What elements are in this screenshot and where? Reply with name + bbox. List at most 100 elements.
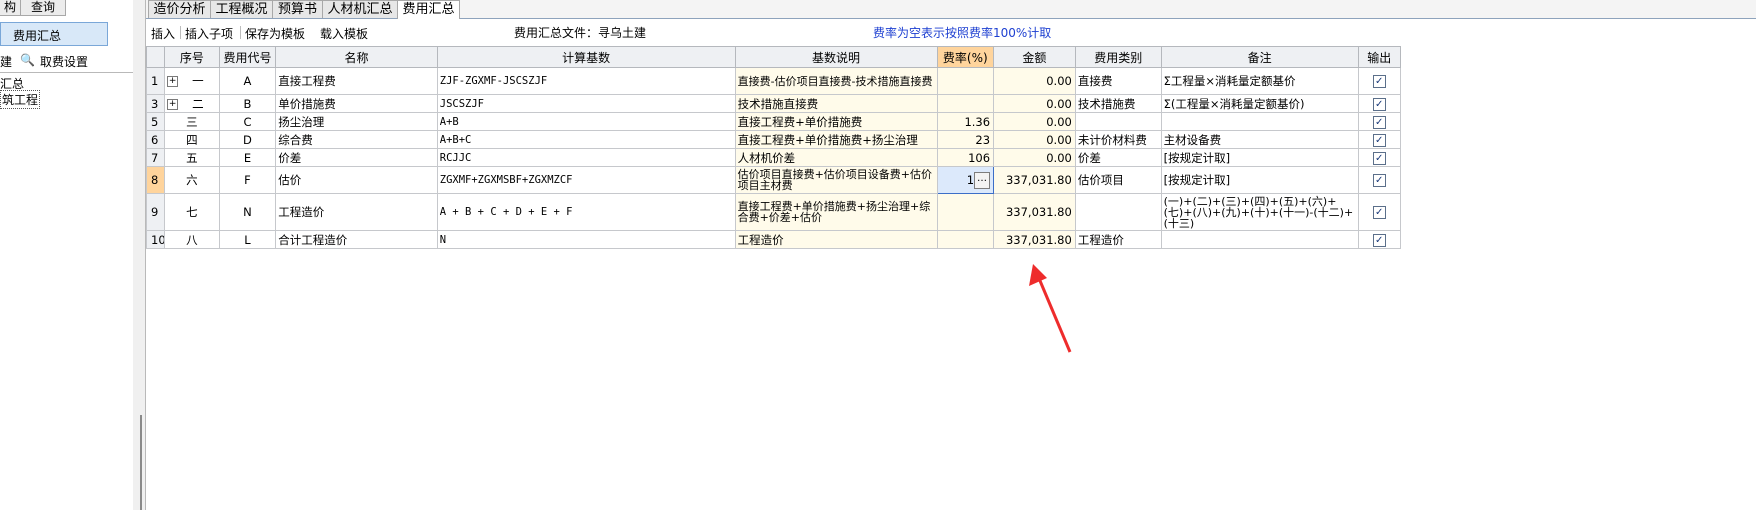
left-cancel-fee-button[interactable]: 取费设置 — [40, 53, 88, 70]
cell-name[interactable]: 扬尘治理 — [275, 112, 438, 131]
table-row[interactable]: 5 三 C 扬尘治理 A+B 直接工程费+单价措施费 1.36 0.00 ✓ — [145, 112, 1402, 131]
header-output[interactable]: 输出 — [1357, 46, 1402, 68]
load-template-button[interactable]: 载入模板 — [320, 25, 368, 42]
insert-button[interactable]: 插入 — [151, 25, 175, 42]
output-checkbox[interactable]: ✓ — [1372, 206, 1386, 219]
cell-code[interactable]: L — [218, 230, 277, 249]
header-category[interactable]: 费用类别 — [1074, 46, 1162, 68]
header-code[interactable]: 费用代号 — [218, 46, 277, 68]
cell-rate[interactable]: 106 — [936, 148, 995, 167]
cell-rate[interactable]: 1.36 — [936, 112, 995, 131]
cell-rate[interactable] — [936, 230, 995, 249]
cell-rate[interactable] — [936, 94, 995, 113]
cell-name[interactable]: 单价措施费 — [275, 94, 438, 113]
cell-name[interactable]: 综合费 — [275, 130, 438, 149]
cell-desc[interactable]: 技术措施直接费 — [734, 94, 938, 113]
cell-rate[interactable] — [936, 193, 995, 231]
cell-base[interactable]: RCJJC — [436, 148, 736, 167]
cell-category[interactable] — [1074, 193, 1162, 231]
cell-code[interactable]: N — [218, 193, 277, 231]
table-row[interactable]: 1 + 一 A 直接工程费 ZJF-ZGXMF-JSCSZJF 直接费-估价项目直… — [145, 67, 1402, 95]
table-row[interactable]: 7 五 E 价差 RCJJC 人材机价差 106 0.00 价差 [按规定计取]… — [145, 148, 1402, 167]
cell-code[interactable]: B — [218, 94, 277, 113]
cell-name[interactable]: 估价 — [275, 166, 438, 194]
tree-node-building[interactable]: 筑工程 — [0, 90, 41, 109]
cell-category[interactable]: 未计价材料费 — [1074, 130, 1162, 149]
header-base[interactable]: 计算基数 — [436, 46, 736, 68]
cell-name[interactable]: 价差 — [275, 148, 438, 167]
cell-category[interactable]: 技术措施费 — [1074, 94, 1162, 113]
cell-remark[interactable]: Σ(工程量×消耗量定额基价) — [1160, 94, 1359, 113]
expand-icon[interactable]: + — [167, 76, 179, 87]
tab-labor-material-summary[interactable]: 人材机汇总 — [322, 0, 398, 18]
splitter-grip[interactable] — [140, 415, 142, 510]
cell-desc[interactable]: 人材机价差 — [734, 148, 938, 167]
left-new-button[interactable]: 建 — [0, 53, 12, 70]
header-rate[interactable]: 费率(%) — [936, 46, 995, 68]
cell-desc[interactable]: 直接工程费+单价措施费 — [734, 112, 938, 131]
cell-base[interactable]: ZJF-ZGXMF-JSCSZJF — [436, 67, 736, 95]
output-checkbox[interactable]: ✓ — [1372, 174, 1386, 187]
cell-category[interactable] — [1074, 112, 1162, 131]
cell-code[interactable]: E — [218, 148, 277, 167]
cell-category[interactable]: 价差 — [1074, 148, 1162, 167]
cell-category[interactable]: 估价项目 — [1074, 166, 1162, 194]
cell-remark[interactable] — [1160, 230, 1359, 249]
cell-remark[interactable]: [按规定计取] — [1160, 148, 1359, 167]
cell-remark[interactable]: (一)+(二)+(三)+(四)+(五)+(六)+(七)+(八)+(九)+(十)+… — [1160, 193, 1359, 231]
output-checkbox[interactable]: ✓ — [1372, 133, 1386, 147]
save-template-button[interactable]: 保存为模板 — [245, 25, 305, 42]
cell-name[interactable]: 工程造价 — [275, 193, 438, 231]
cell-desc[interactable]: 直接工程费+单价措施费+扬尘治理 — [734, 130, 938, 149]
cell-name[interactable]: 合计工程造价 — [275, 230, 438, 249]
header-amount[interactable]: 金额 — [993, 46, 1076, 68]
cell-desc[interactable]: 工程造价 — [734, 230, 938, 249]
cell-code[interactable]: A — [218, 67, 277, 95]
left-tab-query[interactable]: 查询 — [20, 0, 66, 16]
ellipsis-icon[interactable]: … — [974, 171, 991, 189]
cell-remark[interactable] — [1160, 112, 1359, 131]
cell-remark[interactable]: [按规定计取] — [1160, 166, 1359, 194]
cell-base[interactable]: A+B — [436, 112, 736, 131]
table-row[interactable]: 8 六 F 估价 ZGXMF+ZGXMSBF+ZGXMZCF 估价项目直接费+估… — [145, 166, 1402, 194]
output-checkbox[interactable]: ✓ — [1372, 233, 1386, 247]
cell-remark[interactable]: Σ工程量×消耗量定额基价 — [1160, 67, 1359, 95]
table-row[interactable]: 3 + 二 B 单价措施费 JSCSZJF 技术措施直接费 0.00 技术措施费 … — [145, 94, 1402, 113]
output-checkbox[interactable]: ✓ — [1372, 151, 1386, 165]
cell-category[interactable]: 工程造价 — [1074, 230, 1162, 249]
header-remark[interactable]: 备注 — [1160, 46, 1359, 68]
cell-rate[interactable]: 23 — [936, 130, 995, 149]
cell-code[interactable]: F — [218, 166, 277, 194]
cell-desc[interactable]: 直接费-估价项目直接费-技术措施直接费 — [734, 67, 938, 95]
tab-project-overview[interactable]: 工程概况 — [210, 0, 273, 18]
insert-child-button[interactable]: 插入子项 — [185, 25, 233, 42]
tab-fee-summary[interactable]: 费用汇总 — [397, 0, 460, 19]
cell-base[interactable]: ZGXMF+ZGXMSBF+ZGXMZCF — [436, 166, 736, 194]
cell-remark[interactable]: 主材设备费 — [1160, 130, 1359, 149]
table-row[interactable]: 10 八 L 合计工程造价 N 工程造价 337,031.80 工程造价 ✓ — [145, 230, 1402, 249]
table-row[interactable]: 6 四 D 综合费 A+B+C 直接工程费+单价措施费+扬尘治理 23 0.00… — [145, 130, 1402, 149]
tab-cost-analysis[interactable]: 造价分析 — [148, 0, 211, 18]
cell-base[interactable]: JSCSZJF — [436, 94, 736, 113]
cell-base[interactable]: A + B + C + D + E + F — [436, 193, 736, 231]
tab-budget[interactable]: 预算书 — [272, 0, 323, 18]
cell-rate[interactable]: 1 — [967, 173, 974, 187]
expand-icon[interactable]: + — [167, 98, 179, 110]
cell-desc[interactable]: 估价项目直接费+估价项目设备费+估价项目主材费 — [734, 166, 938, 194]
cell-rate[interactable] — [936, 67, 995, 95]
output-checkbox[interactable]: ✓ — [1372, 75, 1386, 88]
table-row[interactable]: 9 七 N 工程造价 A + B + C + D + E + F 直接工程费+单… — [145, 193, 1402, 231]
output-checkbox[interactable]: ✓ — [1372, 115, 1386, 129]
output-checkbox[interactable]: ✓ — [1372, 97, 1386, 111]
left-selected-item[interactable]: 费用汇总 — [0, 22, 108, 46]
cell-code[interactable]: D — [218, 130, 277, 149]
cell-name[interactable]: 直接工程费 — [275, 67, 438, 95]
cell-desc[interactable]: 直接工程费+单价措施费+扬尘治理+综合费+价差+估价 — [734, 193, 938, 231]
cell-base[interactable]: N — [436, 230, 736, 249]
header-seq[interactable]: 序号 — [164, 46, 220, 68]
cell-category[interactable]: 直接费 — [1074, 67, 1162, 95]
header-name[interactable]: 名称 — [275, 46, 438, 68]
cell-base[interactable]: A+B+C — [436, 130, 736, 149]
header-desc[interactable]: 基数说明 — [734, 46, 938, 68]
left-splitter[interactable] — [133, 0, 146, 510]
